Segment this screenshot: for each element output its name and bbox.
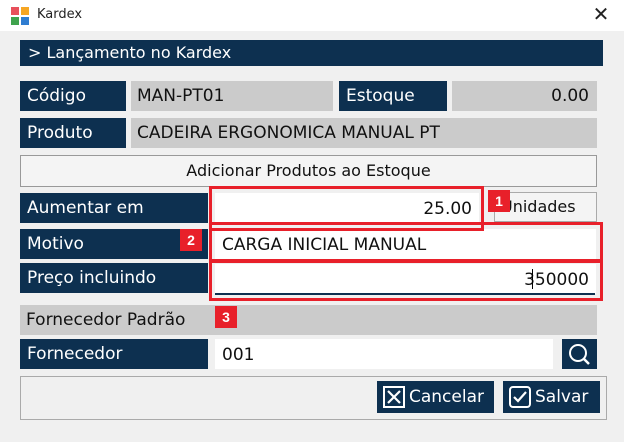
search-icon [569, 344, 590, 365]
kardex-app-icon [11, 7, 29, 25]
estoque-label: Estoque [339, 81, 447, 111]
title-bar: Kardex ✕ [0, 0, 624, 31]
fornecedor-input[interactable]: 001 [215, 339, 553, 369]
add-products-to-stock-button[interactable]: Adicionar Produtos ao Estoque [20, 155, 597, 187]
aumentar-input[interactable]: 25.00 [215, 193, 479, 223]
checkmark-icon [509, 386, 531, 408]
motivo-input[interactable]: CARGA INICIAL MANUAL [215, 229, 596, 259]
preco-label: Preço incluindo [20, 263, 208, 293]
aumentar-label: Aumentar em [20, 193, 208, 223]
fornecedor-padrao-label: Fornecedor Padrão [20, 305, 597, 335]
search-fornecedor-button[interactable] [562, 339, 597, 369]
cancel-x-icon [383, 386, 405, 408]
produto-label: Produto [20, 118, 126, 148]
cancel-button[interactable]: Cancelar [377, 381, 494, 413]
preco-input[interactable]: 350000 [215, 264, 596, 294]
fornecedor-label: Fornecedor [20, 339, 208, 369]
window-title: Kardex [37, 7, 83, 22]
codigo-value: MAN-PT01 [131, 81, 333, 111]
section-header: > Lançamento no Kardex [20, 40, 603, 66]
produto-value: CADEIRA ERGONOMICA MANUAL PT [131, 118, 597, 148]
cancel-button-label: Cancelar [409, 387, 484, 407]
badge-1: 1 [488, 190, 510, 212]
codigo-label: Código [20, 81, 126, 111]
badge-3: 3 [215, 306, 237, 328]
kardex-window: Kardex ✕ > Lançamento no Kardex Código M… [0, 0, 624, 442]
preco-focus-underline [215, 293, 595, 295]
save-button-label: Salvar [535, 387, 589, 407]
save-button[interactable]: Salvar [503, 381, 600, 413]
text-caret [532, 269, 533, 289]
estoque-value: 0.00 [452, 81, 597, 111]
badge-2: 2 [180, 229, 202, 251]
close-icon[interactable]: ✕ [590, 3, 612, 25]
